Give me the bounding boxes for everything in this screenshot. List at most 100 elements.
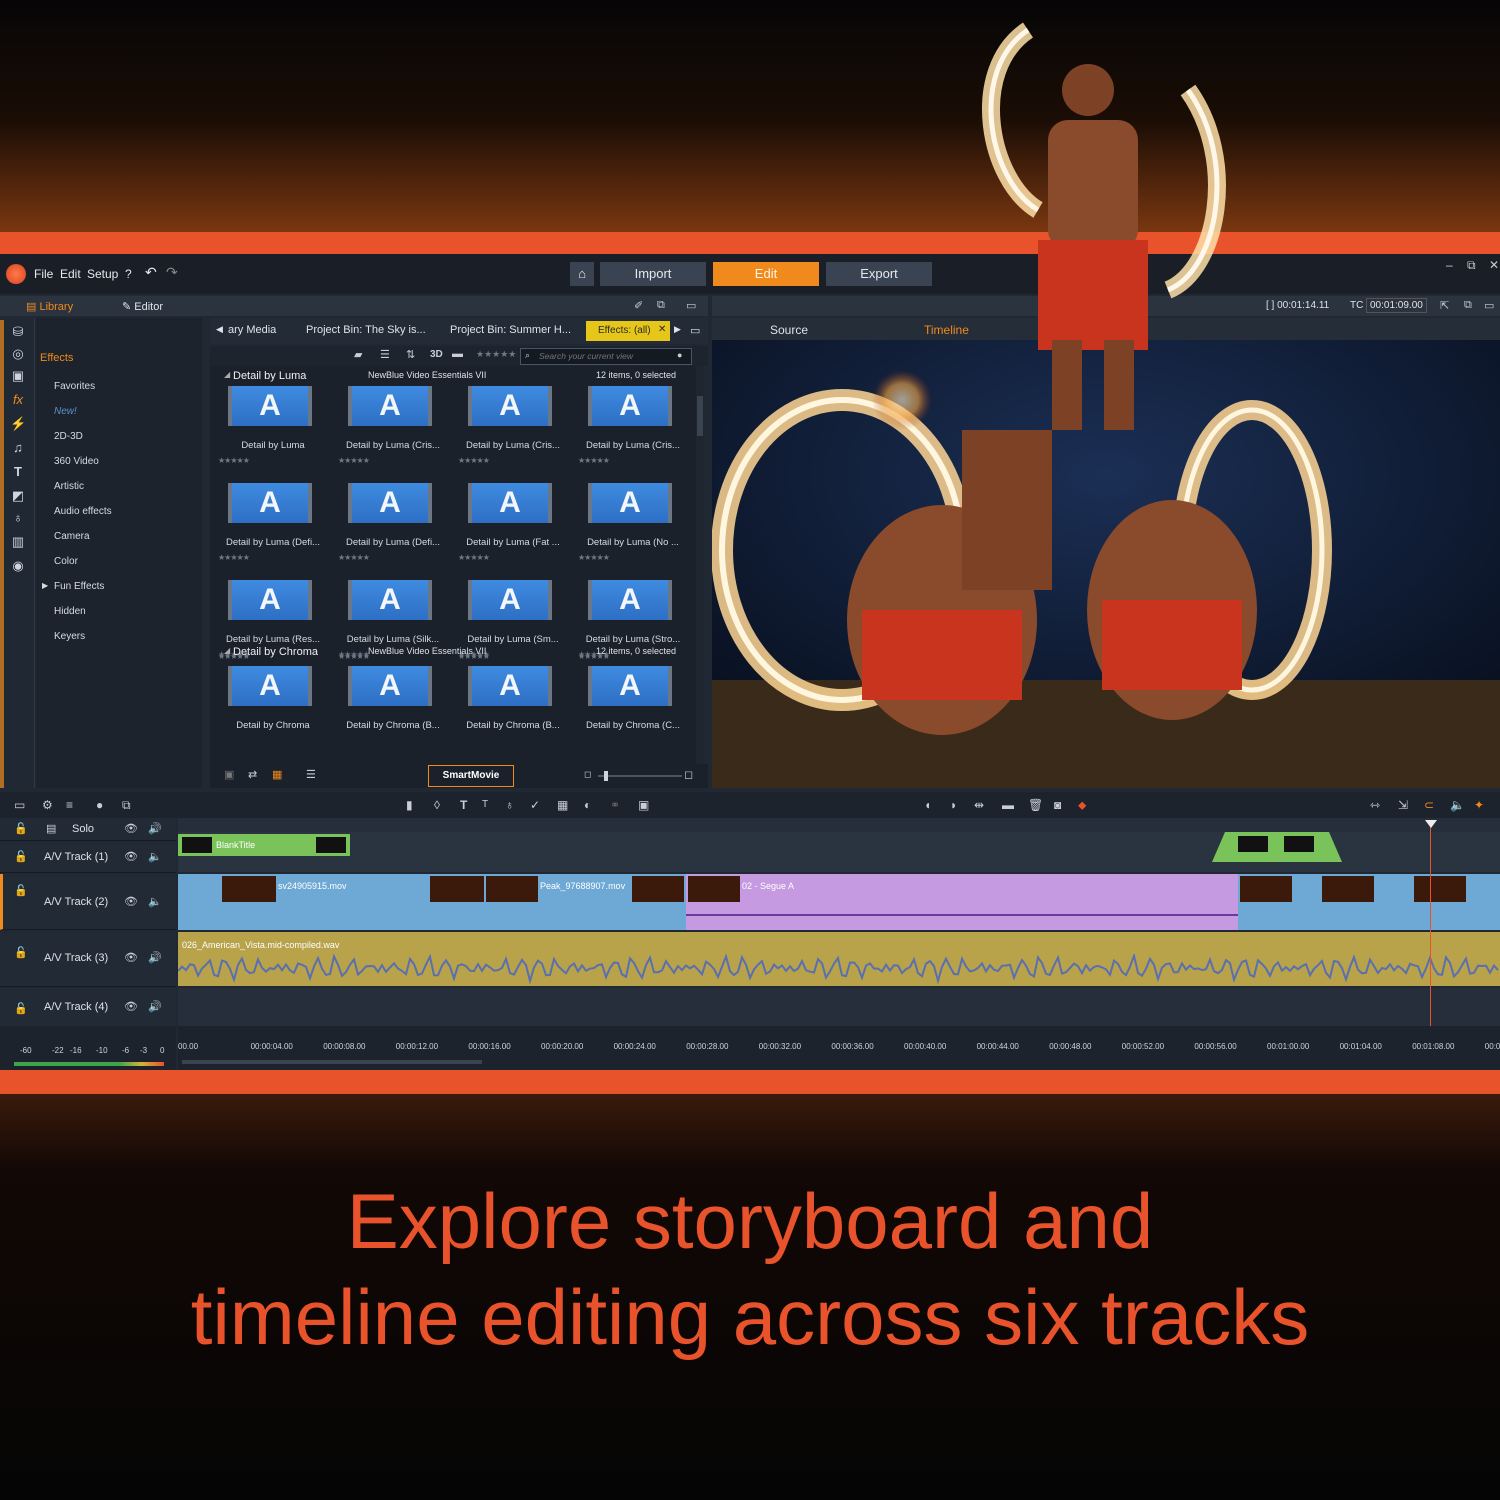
menu-edit[interactable]: Edit [60,267,81,281]
close-icon[interactable]: ✕ [1489,258,1499,272]
undo-icon[interactable]: ↶ [145,264,157,281]
mute-icon[interactable]: 🔈 [148,850,162,863]
lock-icon[interactable]: 🔓 [14,822,28,835]
track-name-2[interactable]: A/V Track (2) [44,896,108,908]
track-area-4[interactable] [178,988,1500,1026]
clip-peak-97688907[interactable]: Peak_97688907.mov [484,874,687,930]
redo-icon[interactable]: ↷ [166,264,178,281]
help-icon[interactable]: ? [125,267,132,281]
category-360-video[interactable]: 360 Video [54,456,99,467]
group-header-chroma[interactable]: ◢ Detail by Chroma NewBlue Video Essenti… [210,646,696,662]
export-button[interactable]: Export [826,262,932,286]
lock-icon[interactable]: 🔓 [14,1002,28,1015]
visibility-icon[interactable]: 👁 [124,822,138,835]
layout-preview-icon[interactable]: ▭ [1484,299,1494,312]
sync-icon[interactable]: ⇄ [248,768,257,781]
list-view-icon[interactable]: ☰ [380,348,390,361]
external-preview-icon[interactable]: ⇱ [1440,299,1449,312]
color-icon[interactable]: ◐ [584,798,591,812]
visibility-icon[interactable]: 👁 [124,895,138,908]
effect-rating[interactable]: ★★★★★ [218,652,250,661]
effect-rating[interactable]: ★★★★★ [578,652,610,661]
tab-effects-all[interactable]: Effects: (all) ✕ [586,321,670,341]
search-input[interactable] [539,349,669,362]
caption-icon[interactable]: ▬ [452,348,463,360]
audio-wave-icon[interactable]: ◉ [10,558,26,574]
effect-rating[interactable]: ★★★★★ [458,553,490,562]
multicam-icon[interactable]: ▦ [557,798,568,812]
tab-project-bin-sky[interactable]: Project Bin: The Sky is... [306,324,426,336]
ripple-icon[interactable]: ⇿ [1370,798,1380,812]
tabs-scroll-right-icon[interactable]: ▶ [674,324,681,335]
mute-icon[interactable]: 🔈 [148,895,162,908]
track-name-1[interactable]: A/V Track (1) [44,851,108,863]
zoom-out-icon[interactable]: ◻ [584,769,591,780]
volume-icon[interactable]: 🔈 [1450,798,1465,812]
tab-project-bin-summer[interactable]: Project Bin: Summer H... [450,324,571,336]
fx-icon[interactable]: fx [10,392,26,408]
category-artistic[interactable]: Artistic [54,481,84,492]
group-header-luma[interactable]: ◢ Detail by Luma NewBlue Video Essential… [210,370,696,386]
timeline-ruler[interactable]: 00.00 00:00:04.00 00:00:08.00 00:00:12.00 00… [178,1026,1500,1070]
menu-setup[interactable]: Setup [87,267,118,281]
playhead-handle[interactable] [1425,820,1437,828]
solo-label[interactable]: Solo [72,823,94,835]
speaker-icon[interactable]: 🔊 [148,951,162,964]
effect-rating[interactable]: ★★★★★ [458,652,490,661]
effect-rating[interactable]: ★★★★★ [338,553,370,562]
restore-icon[interactable]: ⧉ [1467,258,1476,273]
marker-icon[interactable]: ⬥ [1078,798,1086,813]
view-3d-button[interactable]: 3D [430,349,443,360]
category-new[interactable]: New! [54,406,77,417]
clip-sv24905915[interactable]: sv24905915.mov [178,874,485,930]
visibility-icon[interactable]: 👁 [124,850,138,863]
link-icon[interactable]: ⚭ [610,798,620,812]
music-icon[interactable]: ♫ [10,440,26,456]
timeline-settings-icon[interactable]: ⚙ [42,798,53,812]
effect-rating[interactable]: ★★★★★ [338,652,370,661]
pin-icon[interactable]: ✐ [634,299,643,312]
group-collapse-icon[interactable]: ◢ [224,370,230,379]
tab-close-icon[interactable]: ✕ [658,324,666,335]
category-favorites[interactable]: Favorites [54,381,95,392]
home-button[interactable]: ⌂ [570,262,594,286]
tabs-scroll-left-icon[interactable]: ◀ [216,324,223,335]
folder-icon[interactable]: ▰ [354,348,362,361]
search-box[interactable]: ⌕ ● [520,348,692,365]
track-area-1[interactable]: BlankTitle [178,832,1500,872]
track-name-4[interactable]: A/V Track (4) [44,1001,108,1013]
category-camera[interactable]: Camera [54,531,90,542]
rating-filter[interactable]: ★★★★★ [476,349,516,360]
subtitle-icon[interactable]: T [482,799,488,810]
new-tab-icon[interactable]: ▭ [690,324,700,337]
zoom-slider[interactable] [598,771,682,781]
sound-effect-icon[interactable]: ♁ [10,510,26,526]
category-hidden[interactable]: Hidden [54,606,86,617]
timeline-layout-icon[interactable]: ▭ [14,798,25,812]
audio-levels-icon[interactable]: ▮ [406,798,413,812]
smartmovie-button[interactable]: SmartMovie [428,765,514,787]
record-icon[interactable]: ● [96,798,103,812]
razor-icon[interactable]: ▬ [1002,798,1014,812]
effect-rating[interactable]: ★★★★★ [338,456,370,465]
track-name-3[interactable]: A/V Track (3) [44,952,108,964]
effect-rating[interactable]: ★★★★★ [458,456,490,465]
speaker-icon[interactable]: 🔊 [148,822,162,835]
clip-tail[interactable] [1238,874,1500,930]
effect-rating[interactable]: ★★★★★ [578,456,610,465]
trim-icon[interactable]: ⇹ [974,798,984,812]
tab-library-media[interactable]: ary Media [228,324,276,336]
effect-rating[interactable]: ★★★★★ [218,456,250,465]
mark-out-icon[interactable]: ◗ [950,798,957,812]
speaker-icon[interactable]: 🔊 [148,1000,162,1013]
project-icon[interactable]: ◎ [10,346,26,362]
visibility-icon[interactable]: 👁 [124,1000,138,1013]
popout-icon[interactable]: ⧉ [657,299,665,312]
import-button[interactable]: Import [600,262,706,286]
grid-scrollbar[interactable] [696,366,704,764]
category-audio-effects[interactable]: Audio effects [54,506,112,517]
storyboard-icon[interactable]: ⧉ [122,798,131,813]
lock-icon[interactable]: 🔓 [14,850,28,863]
tab-source[interactable]: Source [770,323,808,337]
timeline-scrollbar[interactable] [182,1060,482,1064]
